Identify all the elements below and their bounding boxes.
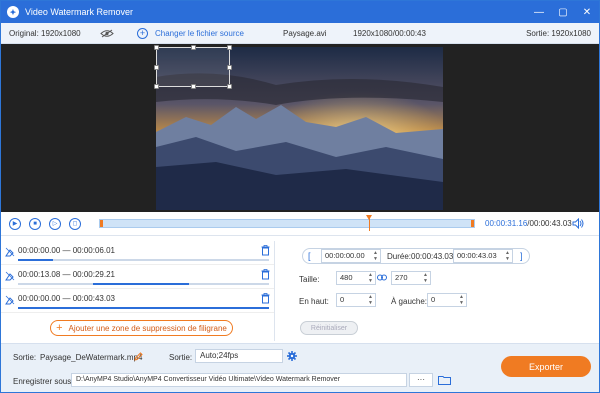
file-resolution-duration: 1920x1080/00:00:43: [353, 29, 426, 38]
stop-button[interactable]: ■: [29, 217, 41, 230]
duration-label: Durée:00:00:43.03: [387, 252, 454, 261]
info-bar: Original: 1920x1080 + Changer le fichier…: [1, 23, 599, 44]
save-as-label: Enregistrer sous:: [13, 377, 74, 386]
folder-icon[interactable]: [438, 375, 451, 385]
app-window: ✦ Video Watermark Remover — ▢ ✕ Original…: [0, 0, 600, 393]
gear-icon[interactable]: [287, 351, 297, 361]
left-label: À gauche:: [391, 297, 428, 306]
playhead[interactable]: [366, 215, 373, 231]
save-path-input[interactable]: D:\AnyMP4 Studio\AnyMP4 Convertisseur Vi…: [71, 373, 407, 387]
segment-row[interactable]: 00:00:13.08 — 00:00:29.21: [1, 265, 274, 289]
change-source-label: Changer le fichier source: [155, 29, 244, 38]
segment-bar: [18, 307, 269, 309]
file-name: Paysage.avi: [283, 29, 327, 38]
title-bar: ✦ Video Watermark Remover — ▢ ✕: [1, 1, 599, 23]
height-input[interactable]: 270 ▲ ▼: [391, 271, 431, 285]
export-button[interactable]: Exporter: [501, 356, 591, 377]
trash-icon[interactable]: [261, 269, 270, 280]
window-controls: — ▢ ✕: [527, 7, 599, 18]
bottom-bar: Sortie: Paysage_DeWatermark.mp4 Sortie: …: [1, 343, 599, 392]
link-icon[interactable]: [377, 274, 387, 281]
eye-hidden-icon[interactable]: [100, 29, 114, 38]
timeline-track[interactable]: [99, 215, 475, 231]
trash-icon[interactable]: [261, 293, 270, 304]
segment-bar: [18, 259, 269, 261]
timeline-start-handle[interactable]: [100, 220, 103, 227]
close-button[interactable]: ✕: [575, 7, 599, 18]
format-select[interactable]: Auto;24fps: [195, 349, 283, 363]
timeline-end-handle[interactable]: [471, 220, 474, 227]
video-preview[interactable]: [1, 44, 599, 212]
size-label: Taille:: [299, 275, 320, 284]
next-frame-button[interactable]: ▷: [49, 217, 61, 230]
volume-icon[interactable]: [572, 218, 584, 229]
width-input[interactable]: 480 ▲ ▼: [336, 271, 376, 285]
segment-fill: [18, 307, 269, 309]
add-zone-label: Ajouter une zone de suppression de filig…: [68, 323, 227, 333]
segment-range: 00:00:00.00 — 00:00:43.03: [18, 294, 115, 303]
total-time: /00:00:43.03: [527, 219, 572, 228]
eraser-icon: [5, 271, 15, 281]
playback-controls: ▶ ■ ▷ ◻ 00:00:31.16/00:00:43.03: [1, 212, 599, 236]
top-input[interactable]: 0 ▲ ▼: [336, 293, 376, 307]
top-label: En haut:: [299, 297, 329, 306]
output-filename: Paysage_DeWatermark.mp4: [40, 353, 143, 362]
time-range-control: [ 00:00:00.00 ▲ ▼ Durée:00:00:43.03 00:00:…: [302, 248, 530, 264]
loop-button[interactable]: ◻: [69, 217, 81, 230]
output-label: Sortie:: [13, 353, 37, 362]
browse-button[interactable]: ···: [409, 373, 433, 387]
segment-fill: [18, 259, 54, 261]
plus-icon: +: [56, 322, 63, 334]
start-time-input[interactable]: 00:00:00.00 ▲ ▼: [321, 249, 381, 263]
segment-list: 00:00:00.00 — 00:00:06.01 00:00:13.08 — …: [1, 241, 275, 341]
minimize-button[interactable]: —: [527, 7, 551, 18]
segment-bar: [18, 283, 269, 285]
timecode: 00:00:31.16/00:00:43.03: [485, 219, 572, 228]
watermark-selection-box[interactable]: [154, 45, 232, 89]
eraser-icon: [5, 247, 15, 257]
plus-circle-icon: +: [137, 28, 148, 39]
segment-range: 00:00:00.00 — 00:00:06.01: [18, 246, 115, 255]
output-resolution: Sortie: 1920x1080: [526, 29, 591, 38]
set-end-button[interactable]: ]: [520, 251, 523, 261]
app-logo-icon: ✦: [7, 6, 19, 18]
end-time-input[interactable]: 00:00:43.03 ▲ ▼: [453, 249, 513, 263]
set-start-button[interactable]: [: [308, 251, 311, 261]
change-source-button[interactable]: + Changer le fichier source: [137, 28, 244, 39]
segment-row[interactable]: 00:00:00.00 — 00:00:43.03: [1, 289, 274, 313]
segment-fill: [93, 283, 189, 285]
play-button[interactable]: ▶: [9, 217, 21, 230]
current-time: 00:00:31.16: [485, 219, 528, 228]
maximize-button[interactable]: ▢: [551, 7, 575, 18]
format-label: Sortie:: [169, 353, 193, 362]
trash-icon[interactable]: [261, 245, 270, 256]
segment-row[interactable]: 00:00:00.00 — 00:00:06.01: [1, 241, 274, 265]
segment-range: 00:00:13.08 — 00:00:29.21: [18, 270, 115, 279]
add-removal-zone-button[interactable]: + Ajouter une zone de suppression de fil…: [50, 320, 233, 336]
window-title: Video Watermark Remover: [25, 7, 134, 17]
edit-icon[interactable]: [134, 352, 143, 361]
left-input[interactable]: 0 ▲ ▼: [427, 293, 467, 307]
settings-panel: [ 00:00:00.00 ▲ ▼ Durée:00:00:43.03 00:00:…: [288, 244, 598, 340]
eraser-icon: [5, 295, 15, 305]
original-resolution: Original: 1920x1080: [9, 28, 81, 38]
reset-button[interactable]: Réinitialiser: [300, 321, 358, 335]
